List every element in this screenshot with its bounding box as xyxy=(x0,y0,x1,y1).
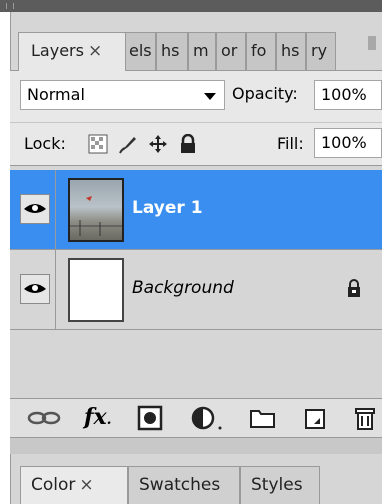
lock-all-icon[interactable] xyxy=(178,134,198,154)
close-icon[interactable]: × xyxy=(79,475,93,495)
tab-hs[interactable]: hs xyxy=(276,32,306,70)
layers-panel-tabs: Layers × els hs m or fo hs ry xyxy=(10,32,382,71)
mask-icon[interactable] xyxy=(136,404,166,432)
tab-label: Layers xyxy=(31,41,84,60)
fill-field[interactable]: 100% xyxy=(314,128,382,158)
tab-history[interactable]: ry xyxy=(306,32,336,70)
tab-swatches[interactable]: Swatches xyxy=(128,466,240,504)
tab-channels[interactable]: els xyxy=(124,32,156,70)
blend-mode-select[interactable]: Normal xyxy=(20,80,225,110)
link-icon[interactable] xyxy=(26,404,62,432)
tab-m[interactable]: m xyxy=(188,32,216,70)
layer-thumbnail[interactable] xyxy=(68,178,124,242)
eye-icon xyxy=(24,284,46,293)
color-panel-tabs: Color × Swatches Styles xyxy=(10,458,382,504)
tab-styles[interactable]: Styles xyxy=(240,466,320,504)
lock-label: Lock: xyxy=(24,134,66,153)
left-gutter xyxy=(0,12,10,504)
group-icon[interactable] xyxy=(248,404,278,432)
thumbnail-image xyxy=(70,196,122,236)
layer-name[interactable]: Background xyxy=(132,278,234,298)
lock-transparent-icon[interactable] xyxy=(88,134,108,154)
tab-info[interactable]: fo xyxy=(246,32,276,70)
lock-position-icon[interactable] xyxy=(148,134,168,154)
fill-label: Fill: xyxy=(277,134,304,153)
panel-titlebar[interactable] xyxy=(0,0,382,12)
layer-row[interactable]: Layer 1 xyxy=(10,170,382,250)
close-icon[interactable]: × xyxy=(88,41,102,61)
eye-icon xyxy=(24,204,46,213)
layer-row[interactable]: Background xyxy=(10,250,382,330)
tab-paths[interactable]: hs xyxy=(156,32,188,70)
visibility-toggle[interactable] xyxy=(10,170,56,250)
panel-divider[interactable] xyxy=(10,438,382,454)
chevron-down-icon xyxy=(204,93,216,100)
grip-icon[interactable] xyxy=(6,3,14,9)
opacity-label: Opacity: xyxy=(232,84,298,103)
layer-name[interactable]: Layer 1 xyxy=(132,198,203,218)
tab-layers[interactable]: Layers × xyxy=(18,32,126,71)
lock-pixels-icon[interactable] xyxy=(118,134,138,154)
visibility-toggle[interactable] xyxy=(10,250,56,330)
panel-menu-icon[interactable] xyxy=(368,36,376,50)
tab-or[interactable]: or xyxy=(216,32,246,70)
fx-icon[interactable]: fx. xyxy=(84,404,111,432)
new-layer-icon[interactable] xyxy=(300,404,330,432)
tab-color[interactable]: Color × xyxy=(20,466,128,504)
opacity-field[interactable]: 100% xyxy=(314,80,382,110)
layer-thumbnail[interactable] xyxy=(68,258,124,322)
lock-icon xyxy=(348,279,360,297)
adjustment-icon[interactable] xyxy=(190,404,226,432)
trash-icon[interactable] xyxy=(352,404,380,432)
